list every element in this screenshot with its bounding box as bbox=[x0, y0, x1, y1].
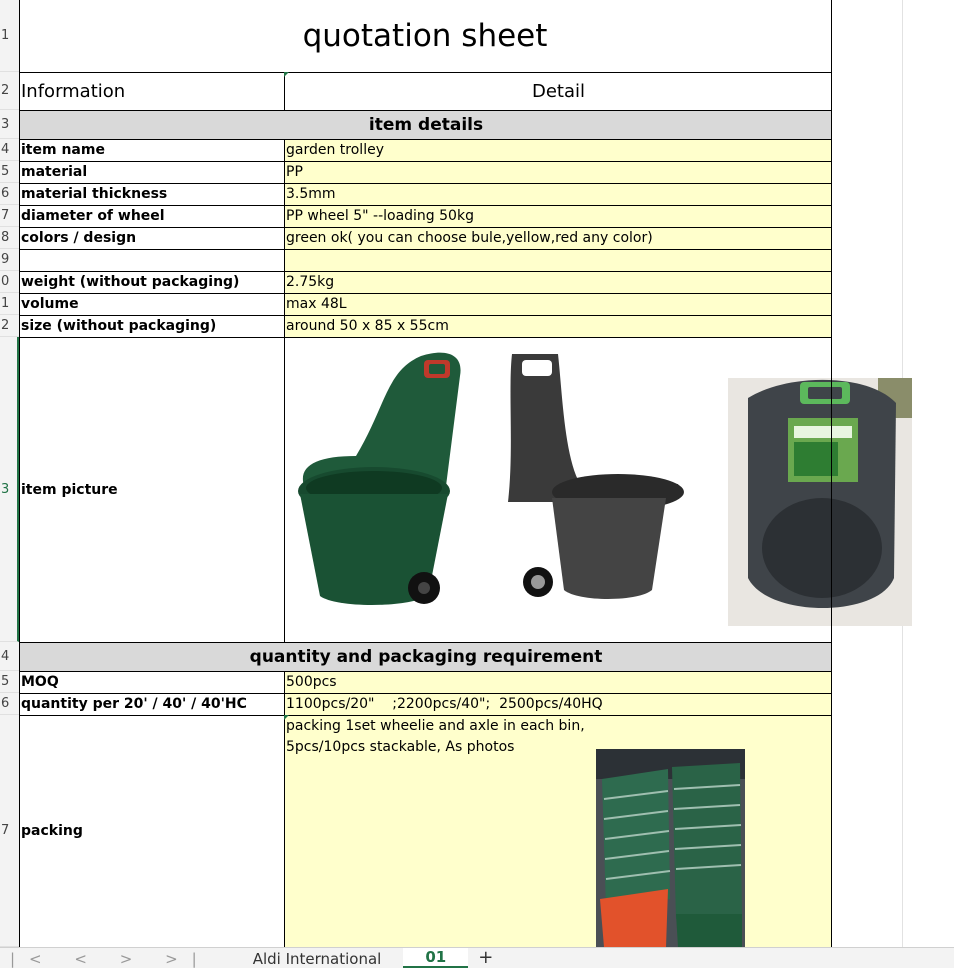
row-header-4[interactable]: 4 bbox=[0, 139, 19, 161]
row-header-5[interactable]: 5 bbox=[0, 161, 19, 183]
row-header-6[interactable]: 6 bbox=[0, 183, 19, 205]
row-header-2[interactable]: 2 bbox=[0, 72, 19, 110]
comment-marker bbox=[284, 72, 289, 77]
label-volume[interactable]: volume bbox=[19, 293, 284, 315]
row-header-14[interactable]: 4 bbox=[0, 642, 19, 671]
row-header-11[interactable]: 1 bbox=[0, 293, 19, 315]
value-moq[interactable]: 500pcs bbox=[284, 671, 831, 693]
packing-photo-image[interactable] bbox=[596, 749, 745, 947]
packing-line-2: 5pcs/10pcs stackable, As photos bbox=[286, 739, 515, 755]
packing-line-1: packing 1set wheelie and axle in each bi… bbox=[286, 718, 585, 734]
label-material[interactable]: material bbox=[19, 161, 284, 183]
value-colors[interactable]: green ok( you can choose bule,yellow,red… bbox=[284, 227, 831, 249]
section-quantity-packaging[interactable]: quantity and packaging requirement bbox=[19, 642, 831, 671]
comment-marker bbox=[284, 715, 289, 720]
value-wheel-diameter[interactable]: PP wheel 5" --loading 50kg bbox=[284, 205, 831, 227]
grey-trolley-image[interactable] bbox=[508, 350, 686, 606]
row-header-10[interactable]: 0 bbox=[0, 271, 19, 293]
label-size[interactable]: size (without packaging) bbox=[19, 315, 284, 337]
tab-aldi-international[interactable]: Aldi International bbox=[231, 950, 404, 968]
tab-01[interactable]: 01 bbox=[403, 948, 469, 968]
value-item-name[interactable]: garden trolley bbox=[284, 139, 831, 161]
row-header-8[interactable]: 8 bbox=[0, 227, 19, 249]
label-colors[interactable]: colors / design bbox=[19, 227, 284, 249]
trolley-photo-image[interactable] bbox=[728, 378, 912, 626]
value-size[interactable]: around 50 x 85 x 55cm bbox=[284, 315, 831, 337]
row-header-16[interactable]: 6 bbox=[0, 693, 19, 715]
header-detail[interactable]: Detail bbox=[284, 72, 831, 110]
label-item-picture[interactable]: item picture bbox=[19, 337, 284, 642]
value-material[interactable]: PP bbox=[284, 161, 831, 183]
label-material-thickness[interactable]: material thickness bbox=[19, 183, 284, 205]
label-item-name[interactable]: item name bbox=[19, 139, 284, 161]
row-header-1[interactable]: 1 bbox=[0, 0, 19, 72]
label-packing[interactable]: packing bbox=[19, 715, 284, 947]
sheet-tab-bar: |< < > >| Aldi International 01 + bbox=[0, 947, 954, 968]
label-quantity[interactable]: quantity per 20' / 40' / 40'HC bbox=[19, 693, 284, 715]
row-header-3[interactable]: 3 bbox=[0, 110, 19, 139]
empty-cell[interactable] bbox=[284, 249, 831, 271]
add-sheet-button[interactable]: + bbox=[468, 947, 503, 968]
green-trolley-image[interactable] bbox=[296, 346, 466, 612]
row-header-12[interactable]: 2 bbox=[0, 315, 19, 337]
value-material-thickness[interactable]: 3.5mm bbox=[284, 183, 831, 205]
sheet-title[interactable]: quotation sheet bbox=[19, 0, 831, 72]
label-weight[interactable]: weight (without packaging) bbox=[19, 271, 284, 293]
value-quantity[interactable]: 1100pcs/20" ;2200pcs/40"; 2500pcs/40HQ bbox=[284, 693, 831, 715]
value-weight[interactable]: 2.75kg bbox=[284, 271, 831, 293]
label-moq[interactable]: MOQ bbox=[19, 671, 284, 693]
row-header-13[interactable]: 3 bbox=[0, 337, 19, 642]
row-header-7[interactable]: 7 bbox=[0, 205, 19, 227]
empty-cell[interactable] bbox=[19, 249, 284, 271]
value-volume[interactable]: max 48L bbox=[284, 293, 831, 315]
section-item-details[interactable]: item details bbox=[19, 110, 831, 139]
sheet-nav-arrows-icon[interactable]: |< < > >| bbox=[10, 950, 211, 968]
row-header-9[interactable]: 9 bbox=[0, 249, 19, 271]
header-information[interactable]: Information bbox=[19, 72, 284, 110]
row-header-17[interactable]: 7 bbox=[0, 715, 19, 947]
label-wheel-diameter[interactable]: diameter of wheel bbox=[19, 205, 284, 227]
row-header-15[interactable]: 5 bbox=[0, 671, 19, 693]
value-packing[interactable]: packing 1set wheelie and axle in each bi… bbox=[284, 715, 831, 947]
